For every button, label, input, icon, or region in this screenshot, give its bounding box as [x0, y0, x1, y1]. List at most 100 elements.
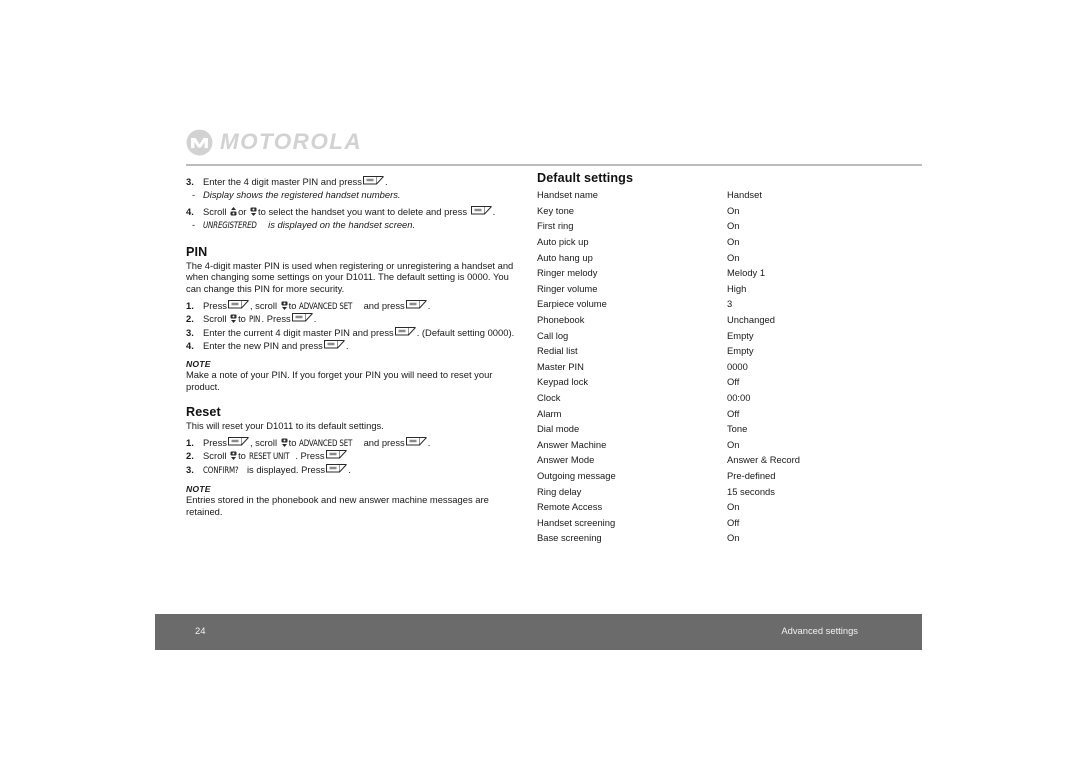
dash-bullet: - [192, 218, 196, 230]
step-item: 1. Press , scroll to ADVANCED SET and pres… [186, 299, 522, 313]
setting-value: Melody 1 [727, 267, 766, 279]
setting-label: Auto hang up [537, 251, 593, 263]
settings-row: Earpiece volume 3 [537, 296, 925, 312]
nav-down-icon [250, 206, 257, 217]
step-text-2: , scroll [249, 436, 278, 448]
setting-label: Outgoing message [537, 469, 616, 481]
settings-row: Auto pick up On [537, 234, 925, 250]
settings-row: Ringer melody Melody 1 [537, 265, 925, 281]
setting-label: First ring [537, 220, 574, 232]
setting-label: Call log [537, 329, 569, 341]
default-settings-heading: Default settings [537, 171, 634, 185]
step-text-2: . [345, 339, 349, 351]
setting-value: 00:00 [727, 392, 751, 404]
settings-row: Remote Access On [537, 499, 925, 515]
step-text-tail: . [384, 176, 388, 187]
lcd-text-advanced-set: ADVANCED SET [299, 300, 353, 312]
setting-value: Off [727, 376, 740, 388]
settings-row: Master PIN 0000 [537, 359, 925, 375]
settings-row: Key tone On [537, 203, 925, 219]
setting-value: 0000 [727, 360, 748, 372]
motorola-logo: MOTOROLA [186, 129, 362, 156]
settings-row: First ring On [537, 218, 925, 234]
setting-label: Ring delay [537, 485, 582, 497]
step-item: 1. Press , scroll to ADVANCED SET and pres… [186, 436, 522, 450]
default-settings-table: Handset name Handset Key tone On First ring O… [537, 187, 925, 546]
page-footer-bar: 24 Advanced settings [155, 614, 922, 650]
header-divider [186, 164, 922, 166]
setting-label: Auto pick up [537, 236, 589, 248]
step-text-3: to [288, 299, 297, 311]
note-label: NOTE [186, 358, 211, 369]
sub-note-text: Display shows the registered handset num… [203, 188, 401, 200]
settings-row: Answer Machine On [537, 437, 925, 453]
softkey-menu-icon [326, 464, 347, 475]
softkey-menu-icon [470, 205, 492, 217]
step-number: 4. [186, 205, 194, 217]
step-text: Press [203, 436, 227, 448]
step-text-2: to [238, 313, 246, 325]
lcd-text-reset-unit: RESET UNIT [248, 451, 289, 463]
settings-row: Handset screening Off [537, 514, 925, 530]
step-text: Scroll [203, 313, 227, 325]
settings-row: Answer Mode Answer & Record [537, 452, 925, 468]
unregister-steps-cont: 4. Scroll or to select the handset you wa… [186, 205, 522, 218]
step-text: Enter the current 4 digit master PIN and… [203, 327, 394, 338]
step-number: 1. [186, 436, 194, 448]
step-text-4: . [313, 313, 317, 325]
setting-label: Answer Mode [537, 454, 595, 466]
softkey-menu-icon [323, 339, 345, 351]
setting-value: On [727, 220, 740, 232]
setting-label: Master PIN [537, 360, 584, 372]
softkey-menu-icon [291, 313, 313, 324]
setting-value: On [727, 251, 740, 263]
step-number: 3. [186, 327, 194, 338]
reset-body: This will reset your D1011 to its defaul… [186, 420, 384, 432]
settings-row: Auto hang up On [537, 249, 925, 265]
softkey-menu-icon [227, 436, 249, 448]
step-text: Press [203, 299, 227, 311]
motorola-wordmark: MOTOROLA [220, 129, 363, 155]
setting-label: Handset name [537, 189, 598, 201]
sub-note-2-text: is displayed on the handset screen. [268, 218, 416, 230]
setting-value: On [727, 236, 740, 248]
setting-label: Ringer melody [537, 267, 598, 279]
footer-page-number: 24 [195, 625, 206, 636]
step-text: Enter the new PIN and press [203, 339, 323, 351]
setting-value: 15 seconds [727, 485, 775, 497]
softkey-menu-icon [362, 176, 384, 187]
setting-label: Redial list [537, 345, 578, 357]
setting-value: Handset [727, 189, 762, 201]
nav-down-icon [281, 300, 288, 311]
reset-steps: 1. Press , scroll to ADVANCED SET and pres… [186, 436, 522, 478]
step-text-5: . [427, 436, 431, 448]
step-number: 2. [186, 313, 194, 325]
settings-row: Call log Empty [537, 327, 925, 343]
setting-label: Earpiece volume [537, 298, 607, 310]
sub-note-2: - UNREGISTERED is displayed on the handse… [186, 219, 522, 232]
step-number: 2. [186, 450, 194, 462]
setting-value: On [727, 438, 740, 450]
sub-note: - Display shows the registered handset nu… [186, 189, 522, 201]
setting-value: Tone [727, 423, 748, 435]
lcd-text-confirm: CONFIRM? [203, 465, 239, 477]
step-text-2: . [348, 464, 351, 476]
left-column: 3. Enter the 4 digit master PIN and press… [186, 171, 522, 517]
step-text-2: . (Default setting 0000). [416, 327, 515, 338]
manual-page: MOTOROLA 3. Enter the 4 digit master PIN … [0, 0, 1080, 763]
setting-value: Off [727, 516, 740, 528]
step-item: 4. Enter the new PIN and press. [186, 339, 522, 352]
nav-down-icon [281, 437, 288, 448]
step-item: 2. Scroll to PIN. Press. [186, 313, 522, 326]
step-number: 3. [186, 464, 194, 476]
step-text: Scroll [203, 450, 227, 462]
settings-row: Clock 00:00 [537, 390, 925, 406]
motorola-m-logo-icon [186, 129, 213, 156]
step-item: 3. Enter the current 4 digit master PIN a… [186, 327, 522, 339]
right-column: Default settings Handset name Handset Key … [537, 171, 925, 546]
step-text-5: . [427, 299, 431, 311]
setting-value: Unchanged [727, 314, 775, 326]
setting-label: Dial mode [537, 423, 580, 435]
reset-heading: Reset [186, 405, 221, 420]
step-item: 3. Enter the 4 digit master PIN and press… [186, 176, 522, 188]
